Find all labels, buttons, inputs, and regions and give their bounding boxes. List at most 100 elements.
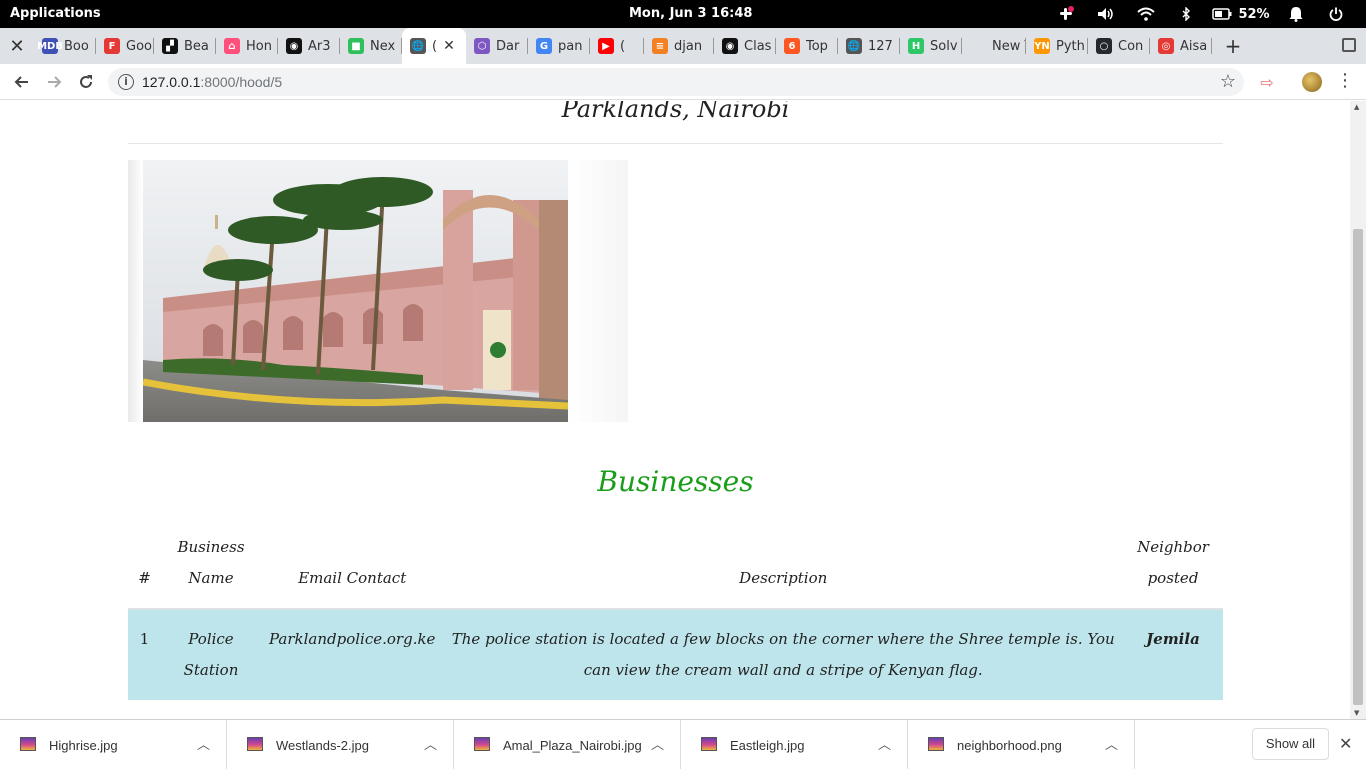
browser-toolbar: i 127.0.0.1:8000/hood/5 ☆ ⇨ ⋮ (0, 64, 1366, 100)
tab-label: Hon (246, 38, 272, 54)
close-shelf-icon[interactable]: ✕ (1339, 734, 1352, 753)
reload-button[interactable] (74, 70, 98, 94)
tab-favicon-icon: YN (1034, 38, 1050, 54)
tab-search-icon[interactable] (1342, 38, 1356, 52)
system-top-bar: Applications Mon, Jun 3 16:48 52% (0, 0, 1366, 28)
chevron-up-icon[interactable]: ︿ (424, 734, 437, 753)
tab-label: Aisa (1180, 38, 1208, 54)
download-filename: Westlands-2.jpg (276, 738, 369, 753)
url-text[interactable]: 127.0.0.1:8000/hood/5 (142, 74, 282, 90)
page-viewport: Parklands, Nairobi Businesses # Business… (0, 101, 1350, 719)
chevron-up-icon[interactable]: ︿ (197, 734, 210, 753)
tab-18[interactable]: ◎ Aisa (1150, 28, 1212, 64)
tab-favicon-icon: ≡ (652, 38, 668, 54)
tab-label: Top (806, 38, 828, 54)
tab-label: 127 (868, 38, 893, 54)
new-tab-button[interactable]: + (1218, 28, 1248, 64)
tab-label: Nex (370, 38, 396, 54)
site-info-icon[interactable]: i (118, 74, 134, 90)
scroll-up-icon[interactable]: ▲ (1354, 103, 1359, 111)
back-button[interactable] (10, 70, 34, 94)
image-file-icon (247, 737, 263, 751)
column-header-description: Description (443, 526, 1123, 610)
hood-title: Parklands, Nairobi (561, 101, 790, 123)
business-description: The police station is located a few bloc… (443, 608, 1123, 700)
tab-3[interactable]: ⌂ Hon (216, 28, 278, 64)
tab-label: djan (674, 38, 703, 54)
download-item[interactable]: neighborhood.png ︿ (908, 720, 1135, 769)
applications-menu[interactable]: Applications (10, 6, 101, 21)
tab-16[interactable]: YN Pyth (1026, 28, 1088, 64)
tab-9[interactable]: ▶( (590, 28, 644, 64)
business-email: Parklandpolice.org.ke (261, 608, 444, 700)
tab-1[interactable]: F Goo (96, 28, 154, 64)
tab-17[interactable]: ○ Con (1088, 28, 1150, 64)
tab-12[interactable]: 6 Top (776, 28, 838, 64)
column-header-number: # (128, 526, 161, 610)
tab-7[interactable]: ⬡ Dar (466, 28, 528, 64)
tab-15[interactable]: New Tal (962, 28, 1026, 64)
download-item[interactable]: Westlands-2.jpg ︿ (227, 720, 454, 769)
downloads-shelf: Highrise.jpg ︿ Westlands-2.jpg ︿ Amal_Plaza_… (0, 719, 1366, 769)
chevron-up-icon[interactable]: ︿ (651, 734, 664, 753)
tab-close-icon[interactable]: ✕ (443, 38, 455, 54)
tab-label: ( (432, 38, 438, 54)
tab-label: ( (620, 38, 626, 54)
download-item[interactable]: Amal_Plaza_Nairobi.jpg ︿ (454, 720, 681, 769)
slack-icon[interactable] (1046, 4, 1086, 24)
businesses-heading: Businesses (597, 465, 754, 498)
image-file-icon (474, 737, 490, 751)
tab-0[interactable]: MDB Boo (34, 28, 96, 64)
tab-favicon-icon: ▞ (162, 38, 178, 54)
scroll-down-icon[interactable]: ▼ (1354, 709, 1359, 717)
table-row: 1 Police Station Parklandpolice.org.ke T… (128, 608, 1223, 700)
battery-indicator[interactable]: 52% (1206, 4, 1276, 24)
image-file-icon (928, 737, 944, 751)
volume-icon[interactable] (1086, 4, 1126, 24)
forward-button[interactable] (42, 70, 66, 94)
close-window-icon[interactable]: ✕ (0, 28, 34, 64)
chevron-up-icon[interactable]: ︿ (878, 734, 891, 753)
tab-favicon-icon (970, 38, 986, 54)
tab-favicon-icon: MDB (37, 38, 63, 54)
chevron-up-icon[interactable]: ︿ (1105, 734, 1118, 753)
tab-favicon-icon: ◉ (722, 38, 738, 54)
download-item[interactable]: Eastleigh.jpg ︿ (681, 720, 908, 769)
tab-4[interactable]: ◉ Ar3 (278, 28, 340, 64)
browser-menu-icon[interactable]: ⋮ (1336, 70, 1354, 94)
page-scrollbar[interactable]: ▲ ▼ (1350, 101, 1366, 719)
tabs-container: MDB Boo F Goo ▞ Bea ⌂ Hon ◉ Ar3 ■ Nex 🌐(✕ ⬡ Dar Gpan ▶(≡… (34, 28, 1212, 64)
clock[interactable]: Mon, Jun 3 16:48 (629, 6, 752, 21)
tab-14[interactable]: H Solv (900, 28, 962, 64)
tab-favicon-icon: ◎ (1158, 38, 1174, 54)
scrollbar-thumb[interactable] (1353, 229, 1363, 705)
tab-6[interactable]: 🌐 (✕ (402, 28, 466, 64)
tab-label: Pyth (1056, 38, 1085, 54)
download-filename: neighborhood.png (957, 738, 1062, 753)
show-all-downloads-button[interactable]: Show all (1252, 728, 1329, 760)
profile-avatar[interactable] (1302, 72, 1322, 92)
bookmark-star-icon[interactable]: ☆ (1220, 71, 1236, 92)
tab-8[interactable]: Gpan (528, 28, 590, 64)
extension-icon[interactable]: ⇨ (1258, 73, 1276, 92)
hood-image (143, 160, 568, 422)
tab-10[interactable]: ≡ djan (644, 28, 714, 64)
download-item[interactable]: Highrise.jpg ︿ (0, 720, 227, 769)
tab-label: Con (1118, 38, 1144, 54)
neighbor-name: Jemila (1123, 608, 1223, 700)
address-bar[interactable]: i 127.0.0.1:8000/hood/5 ☆ (108, 68, 1244, 96)
bluetooth-icon[interactable] (1166, 4, 1206, 24)
tab-2[interactable]: ▞ Bea (154, 28, 216, 64)
tab-label: Clas (744, 38, 772, 54)
wifi-icon[interactable] (1126, 4, 1166, 24)
tab-13[interactable]: 🌐 127 (838, 28, 900, 64)
notifications-icon[interactable] (1276, 4, 1316, 24)
tab-favicon-icon: 🌐 (846, 38, 862, 54)
tab-11[interactable]: ◉ Clas (714, 28, 776, 64)
tab-label: New Tal (992, 38, 1026, 54)
forward-arrow-icon (48, 76, 62, 88)
tab-5[interactable]: ■ Nex (340, 28, 402, 64)
power-icon[interactable] (1316, 4, 1356, 24)
tab-label: Boo (64, 38, 89, 54)
image-file-icon (20, 737, 36, 751)
